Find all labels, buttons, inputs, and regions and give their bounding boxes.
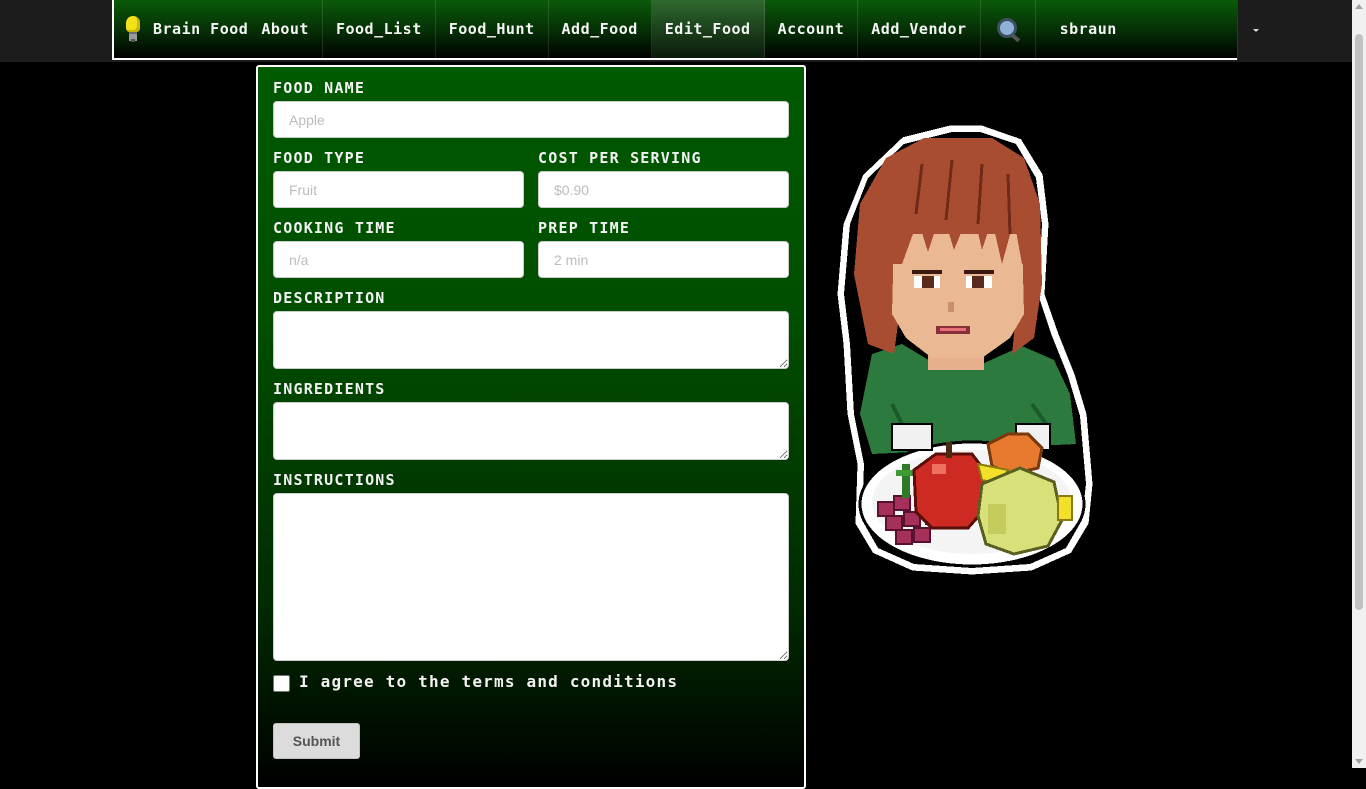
scroll-up-icon[interactable] <box>1355 4 1363 9</box>
terms-label[interactable]: I agree to the terms and conditions <box>299 673 699 690</box>
cooking-time-input[interactable] <box>273 241 524 278</box>
nav-user[interactable]: sbraun <box>1036 0 1119 58</box>
lightbulb-icon <box>124 16 142 42</box>
ingredients-label: INGREDIENTS <box>273 380 386 398</box>
caret-down-icon <box>1253 28 1259 32</box>
magnifier-icon <box>995 17 1021 43</box>
prep-time-input[interactable] <box>538 241 789 278</box>
scrollbar[interactable] <box>1352 0 1366 768</box>
nav-search-button[interactable] <box>981 0 1036 58</box>
scroll-down-icon[interactable] <box>1355 759 1363 764</box>
ingredients-textarea[interactable] <box>273 402 789 460</box>
food-name-input[interactable] <box>273 101 789 138</box>
nav-item-add-vendor[interactable]: Add_Vendor <box>858 0 981 58</box>
instructions-label: INSTRUCTIONS <box>273 471 396 489</box>
cooking-time-label: COOKING TIME <box>273 219 396 237</box>
description-label: DESCRIPTION <box>273 289 386 307</box>
user-dropdown-toggle[interactable] <box>1237 0 1274 60</box>
brand-label: Brain Food <box>153 20 249 38</box>
cost-per-serving-input[interactable] <box>538 171 789 208</box>
nav-item-add-food[interactable]: Add_Food <box>549 0 652 58</box>
nav-item-account[interactable]: Account <box>765 0 859 58</box>
cost-per-serving-label: COST PER SERVING <box>538 149 702 167</box>
submit-button[interactable]: Submit <box>273 723 360 759</box>
nav-item-food-list[interactable]: Food_List <box>323 0 436 58</box>
nav-brand-link[interactable]: Brain Food <box>114 0 248 58</box>
description-textarea[interactable] <box>273 311 789 369</box>
nav-item-edit-food[interactable]: Edit_Food <box>651 0 765 58</box>
instructions-textarea[interactable] <box>273 493 789 661</box>
pixel-art-girl-with-fruit-image <box>834 124 1096 576</box>
food-type-label: FOOD TYPE <box>273 149 366 167</box>
prep-time-label: PREP TIME <box>538 219 631 237</box>
terms-checkbox[interactable] <box>273 675 290 692</box>
edit-food-form: FOOD NAME FOOD TYPE COST PER SERVING COO… <box>256 65 806 789</box>
navbar: Brain Food About Food_List Food_Hunt Add… <box>112 0 1239 60</box>
scroll-thumb[interactable] <box>1355 34 1363 610</box>
nav-item-food-hunt[interactable]: Food_Hunt <box>436 0 549 58</box>
food-type-input[interactable] <box>273 171 524 208</box>
food-name-label: FOOD NAME <box>273 79 366 97</box>
nav-item-about[interactable]: About <box>248 0 323 58</box>
